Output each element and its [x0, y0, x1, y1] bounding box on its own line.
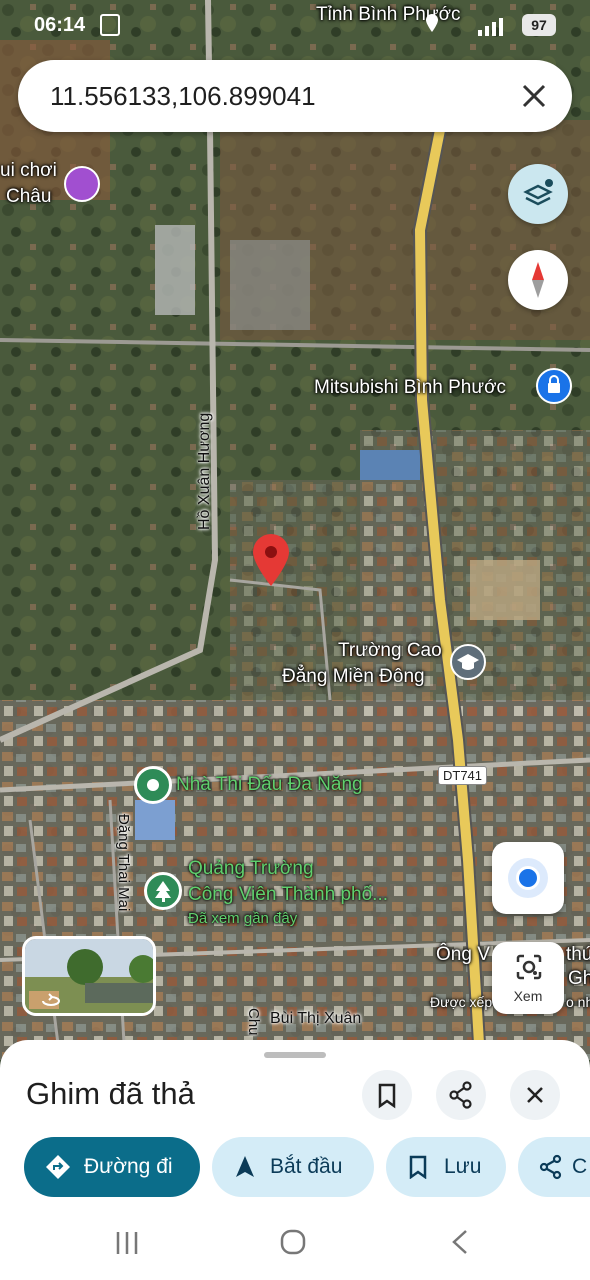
back-icon[interactable]: [446, 1227, 476, 1257]
road-label: Đặng Thai Mai: [115, 814, 132, 912]
share-icon-button[interactable]: [436, 1070, 486, 1120]
drag-handle[interactable]: [264, 1052, 326, 1058]
search-bar[interactable]: 11.556133,106.899041: [18, 60, 572, 132]
close-icon: [527, 1087, 543, 1103]
search-query[interactable]: 11.556133,106.899041: [50, 81, 316, 112]
navigation-arrow-icon: [236, 1156, 254, 1177]
share-icon: [449, 1081, 472, 1109]
rotate-360-icon: [42, 993, 60, 1006]
dropped-pin-icon[interactable]: [250, 532, 292, 588]
status-bar: 06:14 Tỉnh Bình Phước 97: [0, 0, 590, 52]
location-icon: [426, 14, 438, 32]
system-nav-bar: [0, 1210, 590, 1280]
chip-label: C: [572, 1155, 588, 1178]
directions-icon: [46, 1155, 70, 1179]
home-icon[interactable]: [278, 1227, 308, 1257]
status-time: 06:14: [34, 14, 86, 36]
directions-chip[interactable]: Đường đi: [24, 1137, 200, 1197]
chip-label: Đường đi: [84, 1155, 173, 1178]
close-icon[interactable]: [520, 82, 548, 110]
share-icon: [539, 1154, 562, 1180]
compass-button[interactable]: [508, 250, 568, 310]
my-location-button[interactable]: [492, 842, 564, 914]
recently-viewed-label: Đã xem gần đây: [188, 910, 298, 927]
bookmark-icon: [378, 1083, 396, 1109]
save-chip[interactable]: Lưu: [386, 1137, 506, 1197]
place-label: Châu: [6, 186, 52, 207]
my-location-icon: [516, 866, 540, 890]
camera-poi-icon[interactable]: [64, 166, 100, 202]
signal-icon: [478, 18, 503, 36]
stadium-poi-icon[interactable]: [134, 766, 172, 804]
lens-button[interactable]: Xem: [492, 942, 564, 1014]
place-label: thức: [566, 944, 590, 965]
share-chip[interactable]: C: [518, 1137, 590, 1197]
lens-label: Xem: [513, 988, 543, 1004]
recents-icon[interactable]: [112, 1228, 142, 1258]
place-label: Được xếp: [430, 994, 493, 1010]
park-poi-icon[interactable]: [144, 872, 182, 910]
bookmark-icon: [409, 1155, 427, 1179]
place-label: o nh: [566, 994, 590, 1010]
compass-icon: [532, 262, 544, 298]
road-label: Hồ Xuân Hương: [196, 412, 213, 530]
layers-icon: [523, 179, 553, 206]
chip-label: Lưu: [444, 1155, 482, 1178]
chip-label: Bắt đầu: [270, 1155, 343, 1178]
mitsubishi-label: Mitsubishi Bình Phước: [314, 377, 507, 398]
place-label: Ông V: [436, 944, 490, 965]
screenshot-icon: [100, 14, 120, 36]
battery-indicator: 97: [522, 14, 556, 36]
layers-button[interactable]: [508, 164, 568, 224]
square-label-2: Công Viên Thành phố...: [188, 884, 389, 905]
school-label-1: Trường Cao: [338, 640, 442, 661]
street-view-thumbnail[interactable]: [22, 936, 156, 1016]
road-label: Bùi Thị Xuân: [270, 1010, 362, 1027]
close-sheet-button[interactable]: [510, 1070, 560, 1120]
place-label: Gh: [568, 968, 590, 989]
start-chip[interactable]: Bắt đầu: [212, 1137, 374, 1197]
road-code-badge: DT741: [438, 766, 488, 785]
square-label-1: Quảng Trường: [188, 858, 314, 879]
satellite-map[interactable]: ui chơi Châu Mitsubishi Bình Phước Hồ Xu…: [0, 0, 590, 1060]
place-label: ui chơi: [0, 160, 57, 181]
save-icon-button[interactable]: [362, 1070, 412, 1120]
gym-label: Nhà Thi Đấu Đa Năng: [176, 774, 363, 795]
sheet-title: Ghim đã thả: [26, 1076, 195, 1111]
school-label-2: Đẳng Miền Đông: [282, 666, 425, 687]
school-poi-icon[interactable]: [450, 644, 486, 680]
road-label: Chu: [245, 1008, 262, 1036]
google-lens-icon: [516, 954, 542, 980]
shop-poi-icon[interactable]: [536, 368, 572, 404]
